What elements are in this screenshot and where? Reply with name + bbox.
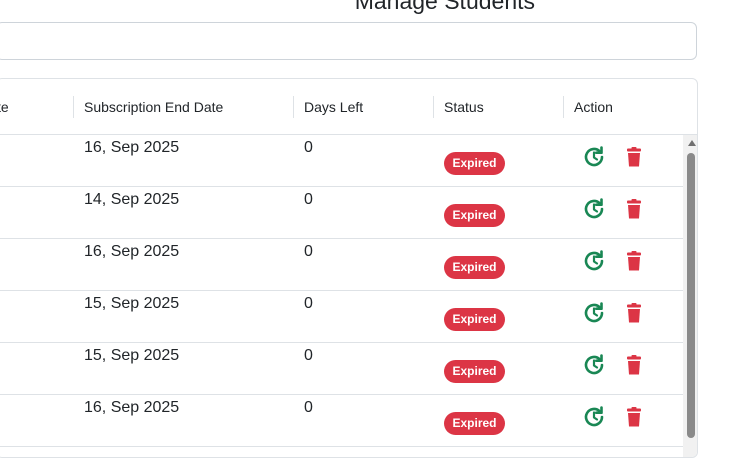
- subscription-end-date-cell: 16, Sep 2025: [84, 139, 180, 156]
- delete-button[interactable]: [622, 249, 646, 273]
- subscription-end-date-cell: 16, Sep 2025: [84, 243, 180, 260]
- subscription-end-date-cell: 15, Sep 2025: [84, 347, 180, 364]
- table-row: 16, Sep 2025 0 Expired: [0, 135, 683, 187]
- page-title: Manage Students: [354, 0, 535, 14]
- days-left-cell: 0: [304, 139, 313, 156]
- status-badge: Expired: [444, 308, 505, 331]
- trash-icon: [627, 303, 641, 323]
- trash-icon: [627, 407, 641, 427]
- renew-button[interactable]: [582, 197, 606, 221]
- delete-button[interactable]: [622, 353, 646, 377]
- scroll-up-arrow-icon[interactable]: [688, 140, 696, 146]
- column-divider: [73, 96, 74, 118]
- column-header-action: Action: [574, 99, 613, 115]
- scrollbar-thumb[interactable]: [687, 153, 695, 438]
- status-badge: Expired: [444, 152, 505, 175]
- renew-icon: [584, 354, 604, 375]
- renew-button[interactable]: [582, 405, 606, 429]
- search-input[interactable]: [0, 22, 697, 60]
- column-divider: [433, 96, 434, 118]
- renew-icon: [584, 250, 604, 271]
- status-badge: Expired: [444, 204, 505, 227]
- students-table: te Subscription End Date Days Left Statu…: [0, 78, 698, 458]
- renew-icon: [584, 302, 604, 323]
- table-row: 14, Sep 2025 0 Expired: [0, 187, 683, 239]
- renew-button[interactable]: [582, 145, 606, 169]
- days-left-cell: 0: [304, 399, 313, 416]
- table-row: 15, Sep 2025 0 Expired: [0, 291, 683, 343]
- table-row: 16, Sep 2025 0 Expired: [0, 395, 683, 447]
- trash-icon: [627, 199, 641, 219]
- column-divider: [293, 96, 294, 118]
- renew-icon: [584, 406, 604, 427]
- status-badge: Expired: [444, 360, 505, 383]
- subscription-end-date-cell: 14, Sep 2025: [84, 191, 180, 208]
- renew-icon: [584, 198, 604, 219]
- days-left-cell: 0: [304, 295, 313, 312]
- status-badge: Expired: [444, 256, 505, 279]
- subscription-end-date-cell: 16, Sep 2025: [84, 399, 180, 416]
- table-body: 16, Sep 2025 0 Expired 14, Sep 2025 0 Ex…: [0, 135, 683, 457]
- renew-button[interactable]: [582, 301, 606, 325]
- days-left-cell: 0: [304, 347, 313, 364]
- trash-icon: [627, 251, 641, 271]
- column-header-days-left[interactable]: Days Left: [304, 96, 363, 118]
- column-header-status[interactable]: Status: [444, 96, 484, 118]
- trash-icon: [627, 147, 641, 167]
- trash-icon: [627, 355, 641, 375]
- subscription-end-date-cell: 15, Sep 2025: [84, 295, 180, 312]
- delete-button[interactable]: [622, 197, 646, 221]
- renew-icon: [584, 146, 604, 167]
- delete-button[interactable]: [622, 145, 646, 169]
- table-header: te Subscription End Date Days Left Statu…: [0, 79, 697, 135]
- renew-button[interactable]: [582, 249, 606, 273]
- table-row: 15, Sep 2025 0 Expired: [0, 343, 683, 395]
- table-row: 16, Sep 2025 0 Expired: [0, 239, 683, 291]
- column-divider: [563, 96, 564, 118]
- delete-button[interactable]: [622, 405, 646, 429]
- column-header-start-date[interactable]: te: [0, 96, 9, 118]
- days-left-cell: 0: [304, 191, 313, 208]
- status-badge: Expired: [444, 412, 505, 435]
- vertical-scrollbar[interactable]: [683, 135, 697, 457]
- delete-button[interactable]: [622, 301, 646, 325]
- column-header-subscription-end-date[interactable]: Subscription End Date: [84, 96, 223, 118]
- days-left-cell: 0: [304, 243, 313, 260]
- renew-button[interactable]: [582, 353, 606, 377]
